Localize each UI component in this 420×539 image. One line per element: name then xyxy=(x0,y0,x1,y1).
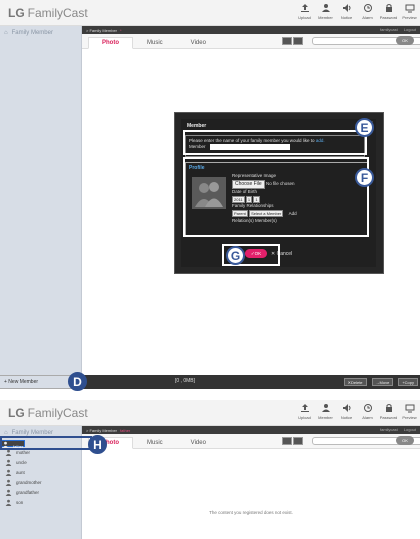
grid-view-icon[interactable] xyxy=(293,437,303,445)
password-button[interactable]: Password xyxy=(378,2,399,24)
tab-photo[interactable]: Photo xyxy=(88,37,133,49)
member-item-grandfather[interactable]: grandfather xyxy=(0,487,81,497)
person-icon xyxy=(5,489,12,496)
breadcrumb: > Family Member * familycast Logout xyxy=(82,26,420,34)
copy-button[interactable]: + Copy xyxy=(398,378,418,386)
list-view-icon[interactable] xyxy=(282,37,292,45)
tab-music[interactable]: Music xyxy=(133,37,177,49)
callout-e: E xyxy=(355,118,374,137)
toolbar: Upload Member Notice Alarm Password Prev… xyxy=(294,402,420,424)
alarm-button[interactable]: Alarm xyxy=(357,402,378,424)
password-icon xyxy=(385,4,392,12)
password-button[interactable]: Password xyxy=(378,402,399,424)
callout-h: H xyxy=(88,435,107,454)
app-header: LG FamilyCast Upload Member Notice Alarm … xyxy=(0,400,420,426)
member-item-grandmother[interactable]: grandmother xyxy=(0,477,81,487)
toolbar: Upload Member Notice Alarm Password Prev… xyxy=(294,2,420,24)
member-icon xyxy=(321,404,330,412)
person-icon xyxy=(5,469,12,476)
dialog-title: Member xyxy=(187,123,207,129)
bottom-bar: + New Member [0 , 0MB] ✕ Delete → Move +… xyxy=(0,375,420,389)
notice-button[interactable]: Notice xyxy=(336,2,357,24)
search-ok-button[interactable]: OK xyxy=(396,36,414,45)
list-view-icon[interactable] xyxy=(282,437,292,445)
view-toggle xyxy=(282,437,304,445)
preview-icon xyxy=(405,4,414,13)
tab-video[interactable]: Video xyxy=(177,37,220,49)
notice-icon xyxy=(342,4,350,12)
member-item-son[interactable]: son xyxy=(0,497,81,507)
breadcrumb-root[interactable]: > Family Member xyxy=(86,28,117,33)
tab-bar: Photo Music Video OK xyxy=(82,34,420,49)
upload-icon xyxy=(300,4,309,12)
breadcrumb-current: * xyxy=(120,27,122,33)
preview-button[interactable]: Preview xyxy=(399,2,420,24)
callout-f: F xyxy=(355,168,374,187)
upload-icon xyxy=(300,404,309,412)
app-logo: LG FamilyCast xyxy=(8,6,88,20)
content-count: [0 , 0MB] xyxy=(175,378,196,384)
empty-message: The content you registered does not exis… xyxy=(209,510,293,515)
account-links: familycast Logout xyxy=(374,427,416,432)
breadcrumb-current: father xyxy=(120,427,131,433)
home-icon: ⌂ xyxy=(4,30,8,36)
callout-box-f xyxy=(183,157,369,237)
sidebar-title[interactable]: ⌂ Family Member xyxy=(0,26,81,40)
move-button[interactable]: → Move xyxy=(371,378,394,386)
person-icon xyxy=(5,499,12,506)
callout-d: D xyxy=(68,372,87,391)
person-icon xyxy=(5,459,12,466)
alarm-button[interactable]: Alarm xyxy=(357,2,378,24)
logout-link[interactable]: Logout xyxy=(404,27,416,32)
search-ok-button[interactable]: OK xyxy=(396,436,414,445)
callout-g: G xyxy=(226,246,245,265)
logout-link[interactable]: Logout xyxy=(404,427,416,432)
callout-box-h xyxy=(0,436,92,450)
tab-bar: Photo Music Video OK xyxy=(82,434,420,449)
member-item-uncle[interactable]: uncle xyxy=(0,457,81,467)
tab-video[interactable]: Video xyxy=(177,437,220,449)
alarm-icon xyxy=(363,404,372,412)
upload-button[interactable]: Upload xyxy=(294,402,315,424)
tab-music[interactable]: Music xyxy=(133,437,177,449)
breadcrumb-root[interactable]: > Family Member xyxy=(86,428,117,433)
view-toggle xyxy=(282,37,304,45)
notice-button[interactable]: Notice xyxy=(336,402,357,424)
preview-icon xyxy=(405,404,414,413)
callout-box-e xyxy=(183,130,367,155)
upload-button[interactable]: Upload xyxy=(294,2,315,24)
preview-button[interactable]: Preview xyxy=(399,402,420,424)
member-icon xyxy=(321,4,330,12)
person-icon xyxy=(5,479,12,486)
account-links: familycast Logout xyxy=(374,27,416,32)
password-icon xyxy=(385,404,392,412)
screenshot-member-list: LG FamilyCast Upload Member Notice Alarm … xyxy=(0,400,420,539)
sidebar: ⌂ Family Member xyxy=(0,26,82,376)
breadcrumb: > Family Member father familycast Logout xyxy=(82,426,420,434)
member-button[interactable]: Member xyxy=(315,2,336,24)
screenshot-add-member: LG FamilyCast Upload Member Notice Alarm … xyxy=(0,0,420,392)
grid-view-icon[interactable] xyxy=(293,37,303,45)
account-user[interactable]: familycast xyxy=(380,427,398,432)
member-button[interactable]: Member xyxy=(315,402,336,424)
app-logo: LG FamilyCast xyxy=(8,406,88,420)
alarm-icon xyxy=(363,4,372,12)
notice-icon xyxy=(342,404,350,412)
app-header: LG FamilyCast Upload Member Notice Alarm … xyxy=(0,0,420,26)
member-item-aunt[interactable]: aunt xyxy=(0,467,81,477)
account-user[interactable]: familycast xyxy=(380,27,398,32)
delete-button[interactable]: ✕ Delete xyxy=(343,378,367,386)
